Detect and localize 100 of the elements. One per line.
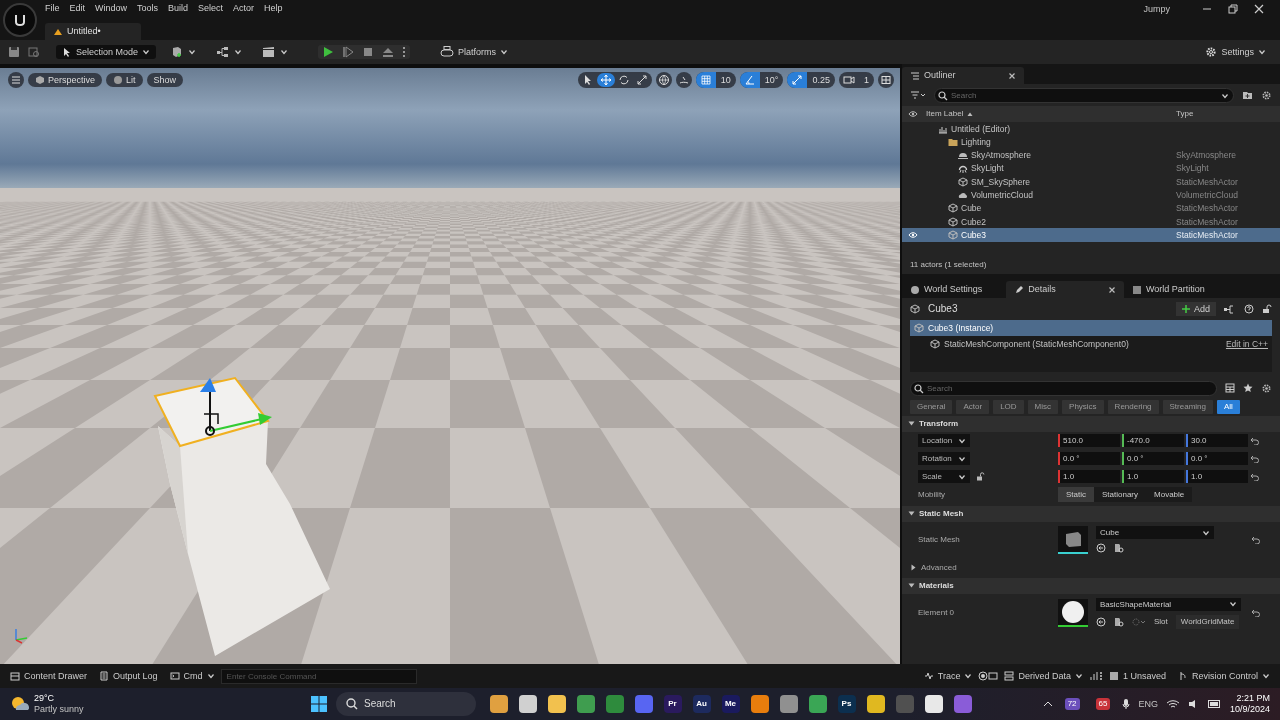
menu-item[interactable]: Help — [264, 3, 293, 14]
value-field[interactable]: 0.0 ° — [1122, 452, 1184, 466]
section-header[interactable]: Materials — [902, 577, 1280, 594]
value-field[interactable]: 1.0 — [1122, 470, 1184, 484]
project-name: Jumpy — [1143, 4, 1170, 15]
temperature: 29°C — [34, 693, 56, 704]
property-dropdown[interactable]: Scale — [918, 469, 970, 484]
outliner-row[interactable]: Cube2 StaticMeshActor — [902, 215, 1280, 229]
menu-item[interactable]: Build — [168, 3, 199, 14]
status-button[interactable]: Trace — [917, 668, 979, 684]
value-field[interactable]: 0.0 ° — [1186, 452, 1248, 466]
taskbar-app[interactable]: Au — [692, 695, 711, 713]
component-row[interactable]: StaticMeshComponent (StaticMeshComponent0) Edit in C++ — [910, 336, 1272, 352]
outliner-row[interactable]: SkyLight SkyLight — [902, 161, 1280, 176]
column-header[interactable]: Type — [1176, 109, 1194, 119]
property-dropdown[interactable]: Location — [918, 433, 970, 448]
outliner-row[interactable]: Untitled (Editor) — [902, 122, 1280, 136]
tray-badge[interactable]: 72 — [1064, 698, 1080, 710]
menu-item[interactable]: Tools — [137, 3, 169, 14]
filter-chip[interactable]: Actor — [956, 400, 990, 414]
outliner-row[interactable]: Lighting — [902, 135, 1280, 149]
item-label: SkyAtmosphere — [971, 150, 1031, 161]
filter-chip[interactable]: Misc — [1027, 400, 1059, 414]
taskbar-app[interactable]: Me — [721, 695, 740, 713]
menu-item[interactable]: Edit — [69, 3, 96, 14]
item-label: VolumetricCloud — [971, 190, 1033, 201]
item-label: SkyLight — [971, 163, 1004, 174]
section-header[interactable]: Advanced — [902, 559, 1280, 576]
outliner-row[interactable]: VolumetricCloud VolumetricCloud — [902, 188, 1280, 202]
filter-chip[interactable]: General — [910, 400, 953, 414]
slot-label: Slot — [1154, 617, 1168, 627]
platforms-dropdown[interactable]: Platforms — [434, 44, 515, 60]
asset-dropdown[interactable]: BasicShapeMaterial — [1096, 597, 1241, 612]
filter-chip[interactable]: Streaming — [1162, 400, 1213, 414]
actor-count: 11 actors (1 selected) — [910, 260, 987, 270]
menu-item[interactable]: File — [45, 3, 70, 14]
status-button[interactable]: Output Log — [93, 668, 164, 684]
property-label: Element 0 — [918, 608, 955, 618]
outliner-row[interactable]: Cube3 StaticMeshActor — [902, 228, 1280, 242]
filter-chip[interactable]: Rendering — [1107, 400, 1159, 414]
mobility-option[interactable]: Static — [1058, 486, 1094, 503]
clock-time[interactable]: 2:21 PM — [1236, 693, 1270, 704]
taskbar-app[interactable]: Pr — [663, 695, 682, 713]
outliner-row[interactable]: Cube StaticMeshActor — [902, 201, 1280, 216]
panel-tab[interactable]: Details — [1006, 281, 1124, 298]
mode-dropdown[interactable]: Selection Mode — [56, 44, 157, 60]
item-label: Cube2 — [961, 216, 987, 227]
document-tab[interactable]: Untitled• — [45, 23, 141, 40]
taskbar-app[interactable]: Ps — [837, 695, 856, 713]
add-component-button[interactable]: Add — [1176, 301, 1216, 317]
asset-dropdown[interactable]: Cube — [1096, 525, 1214, 540]
search-field[interactable]: Search — [934, 87, 1234, 103]
value-field[interactable]: 30.0 — [1186, 434, 1248, 448]
actor-name: Cube3 — [928, 303, 958, 315]
item-type: SkyLight — [1176, 163, 1209, 174]
search-field[interactable]: Search — [910, 380, 1217, 396]
outliner-row[interactable]: SkyAtmosphere SkyAtmosphere — [902, 148, 1280, 162]
outliner-tab[interactable]: Outliner — [902, 67, 1024, 84]
section-header[interactable]: Transform — [902, 415, 1280, 432]
item-type: StaticMeshActor — [1176, 229, 1238, 241]
filter-chip[interactable]: LOD — [993, 400, 1024, 414]
menu-item[interactable]: Window — [95, 3, 138, 14]
outliner-row[interactable]: SM_SkySphere StaticMeshActor — [902, 175, 1280, 189]
status-button[interactable]: Cmd — [163, 668, 221, 684]
edit-in-cpp-link[interactable]: Edit in C++ — [1225, 338, 1268, 350]
item-type: VolumetricCloud — [1176, 190, 1238, 201]
panel-tab[interactable]: World Partition — [1123, 281, 1229, 298]
item-label: Lighting — [961, 136, 991, 148]
slot-field[interactable]: WorldGridMate — [1175, 615, 1240, 629]
value-field[interactable]: 1.0 — [1186, 470, 1248, 484]
settings-dropdown[interactable]: Settings — [1199, 44, 1272, 60]
viewport[interactable]: Perspective Lit Show 10 10° 0.25 1 — [0, 68, 900, 664]
mobility-option[interactable]: Stationary — [1094, 486, 1147, 503]
column-header[interactable]: Item Label — [926, 109, 964, 119]
clock-date[interactable]: 10/9/2024 — [1229, 704, 1270, 715]
value-field[interactable]: 0.0 ° — [1058, 452, 1120, 466]
value-field[interactable]: 1.0 — [1058, 470, 1120, 484]
tray-badge[interactable]: 65 — [1095, 698, 1111, 710]
mobility-option[interactable]: Movable — [1146, 486, 1193, 503]
filter-chip[interactable]: Physics — [1062, 400, 1104, 414]
property-dropdown[interactable]: Rotation — [918, 451, 970, 466]
language-indicator[interactable]: ENG — [1138, 698, 1158, 710]
status-button[interactable]: Content Drawer — [4, 668, 94, 684]
status-button[interactable]: Revision Control — [1171, 668, 1276, 684]
component-row[interactable]: Cube3 (Instance) — [910, 320, 1272, 336]
menu-item[interactable]: Select — [198, 3, 234, 14]
value-field[interactable]: 510.0 — [1058, 434, 1120, 448]
property-label: Static Mesh — [918, 534, 960, 545]
filter-chip[interactable]: All — [1217, 400, 1240, 414]
item-type: StaticMeshActor — [1176, 176, 1238, 187]
panel-tab[interactable]: World Settings — [902, 281, 1007, 298]
item-type: StaticMeshActor — [1176, 203, 1238, 214]
value-field[interactable]: -470.0 — [1122, 434, 1184, 448]
taskbar-search[interactable]: Search — [336, 692, 476, 716]
status-button[interactable]: Derived Data — [998, 668, 1089, 684]
menu-item[interactable]: Actor — [233, 3, 265, 14]
status-button[interactable]: 1 Unsaved — [1102, 668, 1172, 684]
item-type: StaticMeshActor — [1176, 216, 1238, 227]
item-type: SkyAtmosphere — [1176, 150, 1236, 161]
section-header[interactable]: Static Mesh — [902, 505, 1280, 522]
